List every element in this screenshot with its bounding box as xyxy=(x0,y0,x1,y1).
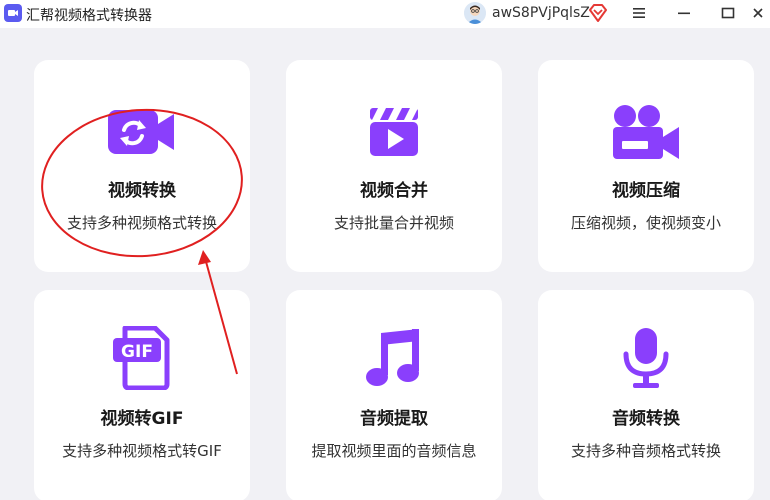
card-title: 视频转GIF xyxy=(100,409,184,429)
close-icon[interactable] xyxy=(746,2,770,24)
microphone-icon xyxy=(606,326,686,390)
card-title: 音频提取 xyxy=(360,409,428,429)
card-title: 视频压缩 xyxy=(612,181,680,201)
svg-text:GIF: GIF xyxy=(121,342,153,362)
card-video-merge[interactable]: 视频合并 支持批量合并视频 xyxy=(286,60,502,272)
card-audio-extract[interactable]: 音频提取 提取视频里面的音频信息 xyxy=(286,290,502,500)
card-description: 支持多种音频格式转换 xyxy=(570,442,721,460)
video-convert-icon xyxy=(102,100,182,164)
card-video-compress[interactable]: 视频压缩 压缩视频，使视频变小 xyxy=(538,60,754,272)
app-logo-icon xyxy=(4,4,22,22)
card-title: 视频合并 xyxy=(360,181,428,201)
card-description: 支持多种视频格式转GIF xyxy=(62,442,222,460)
music-note-icon xyxy=(354,326,434,390)
card-video-convert[interactable]: 视频转换 支持多种视频格式转换 xyxy=(34,60,250,272)
menu-icon[interactable] xyxy=(627,2,651,24)
card-description: 支持多种视频格式转换 xyxy=(66,214,217,232)
avatar[interactable] xyxy=(464,2,486,24)
title-bar: 汇帮视频格式转换器 awS8PVjPqlsZ xyxy=(0,0,770,28)
maximize-icon[interactable] xyxy=(716,2,740,24)
video-camera-icon xyxy=(606,100,686,164)
username[interactable]: awS8PVjPqlsZ xyxy=(492,5,590,21)
app-title: 汇帮视频格式转换器 xyxy=(26,8,152,24)
card-title: 音频转换 xyxy=(612,409,680,429)
minimize-icon[interactable] xyxy=(672,2,696,24)
clapperboard-icon xyxy=(354,100,434,164)
card-video-to-gif[interactable]: GIF 视频转GIF 支持多种视频格式转GIF xyxy=(34,290,250,500)
card-audio-convert[interactable]: 音频转换 支持多种音频格式转换 xyxy=(538,290,754,500)
card-title: 视频转换 xyxy=(108,181,176,201)
card-description: 压缩视频，使视频变小 xyxy=(570,214,721,232)
card-description: 提取视频里面的音频信息 xyxy=(311,442,477,460)
vip-diamond-icon[interactable] xyxy=(588,4,608,22)
gif-icon: GIF xyxy=(102,326,182,390)
card-description: 支持批量合并视频 xyxy=(333,214,454,232)
